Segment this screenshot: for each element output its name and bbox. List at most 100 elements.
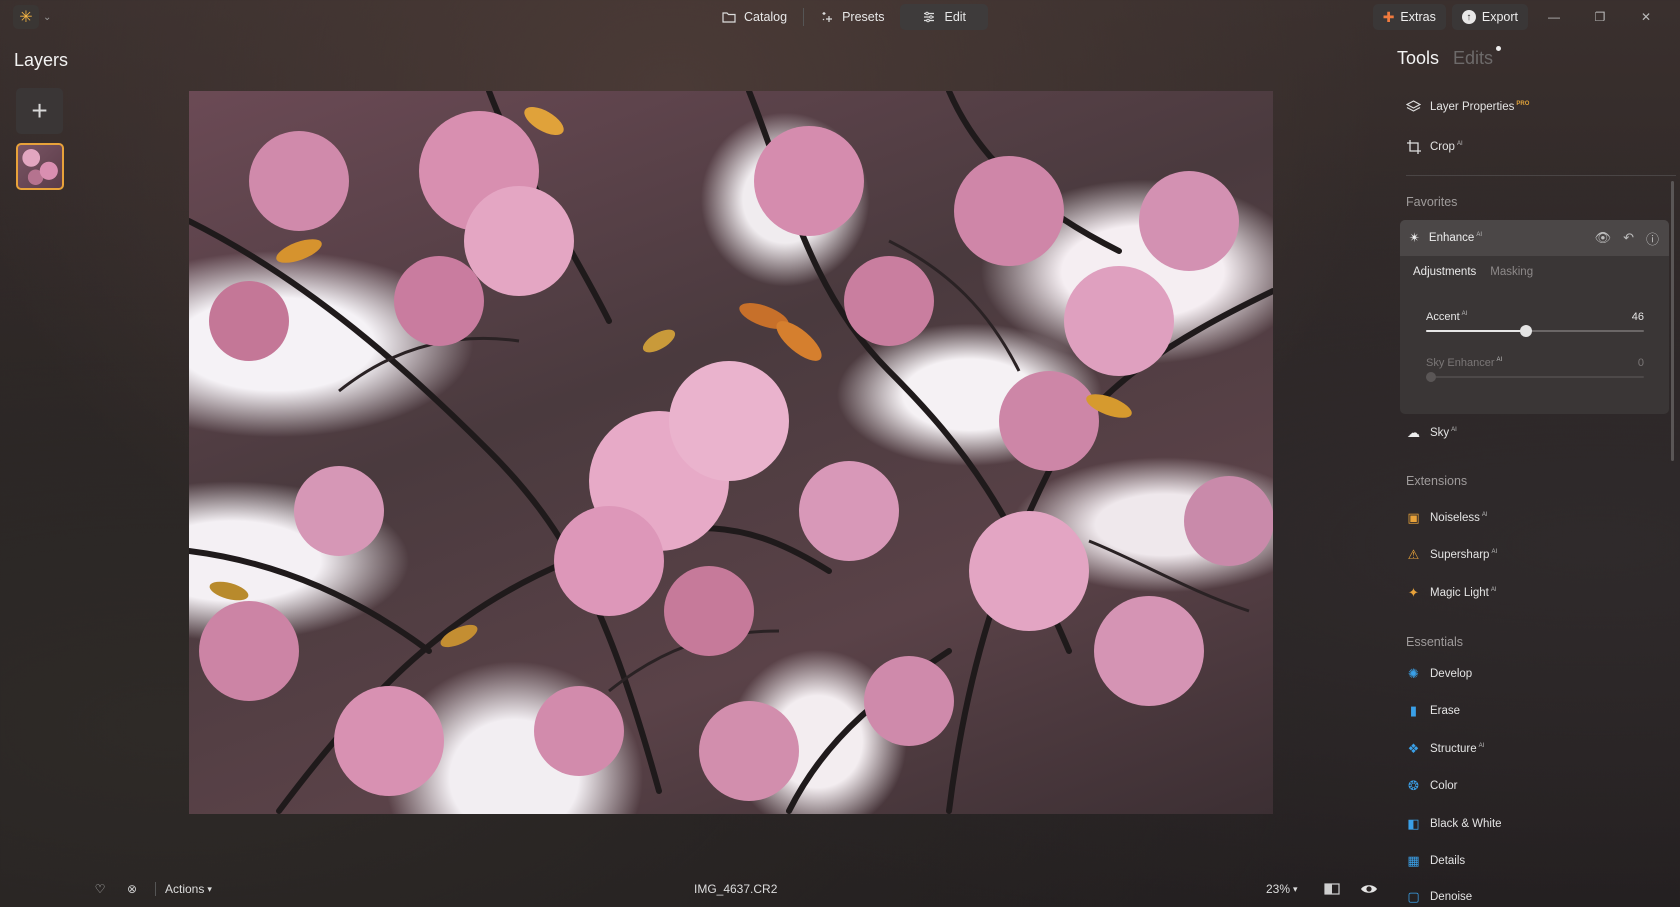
black-white-icon: ◧ [1407, 816, 1420, 831]
accent-slider: Accent AI 46 [1426, 311, 1644, 341]
noiseless-icon: ▣ [1407, 510, 1420, 525]
tab-presets-label: Presets [842, 10, 885, 24]
tool-structure-label: Structure [1430, 743, 1477, 755]
enhance-icon: ✴ [1409, 230, 1420, 245]
bottom-divider [155, 882, 156, 896]
chevron-down-icon: ▾ [1293, 883, 1298, 894]
sky-enhancer-slider-thumb [1426, 372, 1436, 382]
tool-noiseless-label: Noiseless [1430, 512, 1480, 524]
tool-develop-label: Develop [1430, 668, 1473, 680]
app-menu[interactable]: ✳ ⌄ [13, 5, 51, 29]
accent-slider-fill [1426, 330, 1527, 332]
ai-badge: AI [1451, 427, 1457, 434]
sky-enhancer-label-text: Sky Enhancer [1426, 357, 1495, 369]
ai-badge: AI [1456, 141, 1463, 148]
layers-icon [1406, 100, 1421, 115]
denoise-icon: ▢ [1407, 889, 1420, 904]
tool-details-label: Details [1430, 855, 1466, 867]
tab-catalog[interactable]: Catalog [710, 4, 799, 30]
tool-color[interactable]: ❂ Color [1406, 771, 1668, 801]
accent-slider-thumb[interactable] [1520, 325, 1533, 337]
app-logo-icon[interactable]: ✳ [13, 5, 39, 29]
export-icon: ↑ [1461, 10, 1476, 24]
ai-badge: AI [1491, 549, 1498, 556]
tool-supersharp[interactable]: ⚠ Supersharp AI [1406, 540, 1668, 570]
blossom-clusters [199, 111, 1273, 801]
top-bar: ✳ ⌄ Catalog Presets Edit ✚ Extras ↑ Expo… [0, 0, 1680, 34]
details-icon: ▦ [1407, 853, 1420, 868]
enhance-subtabs: Adjustments Masking [1413, 266, 1533, 278]
actions-menu[interactable]: Actions ▾ [165, 874, 212, 904]
enhance-header[interactable]: ✴ Enhance AI 👁 ↶ ⓘ [1400, 220, 1669, 256]
tab-presets[interactable]: Presets [808, 4, 896, 30]
accent-slider-track[interactable] [1426, 325, 1644, 337]
tool-magic-light[interactable]: ✦ Magic Light AI [1406, 578, 1668, 608]
tool-color-label: Color [1430, 780, 1458, 792]
restore-icon[interactable]: ❐ [1580, 4, 1620, 30]
enhance-actions: 👁 ↶ ⓘ [1595, 220, 1659, 256]
cloud-icon: ☁ [1407, 425, 1420, 440]
ai-badge: AI [1478, 743, 1485, 750]
tab-masking[interactable]: Masking [1490, 266, 1533, 278]
magic-light-icon: ✦ [1408, 585, 1419, 600]
essentials-heading: Essentials [1406, 635, 1463, 649]
accent-label-text: Accent [1426, 311, 1460, 323]
actions-label: Actions [165, 882, 205, 896]
export-button[interactable]: ↑ Export [1451, 4, 1528, 30]
chevron-down-icon[interactable]: ⌄ [43, 12, 51, 23]
zoom-menu[interactable]: 23% ▾ [1266, 874, 1298, 904]
tab-edits[interactable]: Edits [1453, 46, 1502, 69]
tool-layer-properties-label: Layer Properties [1430, 101, 1515, 113]
panel-tabs: Tools Edits [1397, 46, 1502, 69]
chevron-down-icon: ▾ [207, 883, 212, 894]
tool-layer-properties[interactable]: Layer Properties PRO [1406, 92, 1668, 122]
panel-scrollbar[interactable] [1671, 181, 1674, 461]
extras-button[interactable]: ✚ Extras [1372, 4, 1446, 30]
tool-details[interactable]: ▦ Details [1406, 846, 1668, 876]
accent-value[interactable]: 46 [1632, 311, 1644, 323]
compare-icon [1324, 883, 1340, 895]
tab-edit[interactable]: Edit [900, 4, 989, 30]
favorite-button[interactable]: ♡ [92, 874, 108, 904]
tool-structure[interactable]: ❖ Structure AI [1406, 734, 1668, 764]
ai-badge: AI [1476, 232, 1482, 239]
undo-icon[interactable]: ↶ [1623, 230, 1634, 246]
tool-erase-label: Erase [1430, 705, 1461, 717]
layer-thumbnail[interactable] [16, 143, 64, 190]
preview-toggle[interactable] [1360, 874, 1378, 904]
tab-edit-label: Edit [944, 10, 967, 24]
eye-icon[interactable]: 👁 [1595, 230, 1612, 246]
photo-canvas[interactable] [189, 91, 1273, 814]
compare-button[interactable] [1324, 874, 1340, 904]
reject-icon: ⊗ [126, 882, 138, 896]
tool-magic-light-label: Magic Light [1430, 587, 1489, 599]
color-icon: ❂ [1408, 778, 1419, 793]
reject-button[interactable]: ⊗ [124, 874, 140, 904]
tool-denoise[interactable]: ▢ Denoise [1406, 882, 1668, 907]
main-nav: Catalog Presets Edit [710, 4, 989, 30]
tab-adjustments[interactable]: Adjustments [1413, 266, 1476, 278]
tool-sky[interactable]: ☁ Sky AI [1406, 418, 1668, 448]
sparkle-icon [822, 12, 833, 22]
tool-black-white[interactable]: ◧ Black & White [1406, 809, 1668, 839]
tool-erase[interactable]: ▮ Erase [1406, 696, 1668, 726]
ai-badge: AI [1461, 311, 1468, 318]
extras-icon: ✚ [1382, 8, 1395, 25]
add-layer-button[interactable]: + [16, 88, 63, 134]
favorites-heading: Favorites [1406, 195, 1458, 209]
heart-icon: ♡ [94, 882, 106, 896]
close-icon[interactable]: ✕ [1626, 4, 1666, 30]
sky-enhancer-slider-track [1426, 372, 1644, 382]
accent-label: Accent AI [1426, 311, 1467, 323]
minimize-icon[interactable]: — [1534, 4, 1574, 30]
enhance-panel: ✴ Enhance AI 👁 ↶ ⓘ Adjustments Masking Ac… [1400, 220, 1669, 414]
tool-noiseless[interactable]: ▣ Noiseless AI [1406, 503, 1668, 533]
tool-crop[interactable]: Crop AI [1406, 132, 1668, 162]
sky-enhancer-value: 0 [1637, 357, 1644, 369]
folder-icon [722, 12, 736, 23]
ai-badge: AI [1490, 587, 1497, 594]
info-icon[interactable]: ⓘ [1646, 229, 1659, 248]
tab-tools[interactable]: Tools [1397, 48, 1439, 69]
tool-crop-label: Crop [1430, 141, 1455, 153]
tool-develop[interactable]: ✺ Develop [1406, 659, 1668, 689]
